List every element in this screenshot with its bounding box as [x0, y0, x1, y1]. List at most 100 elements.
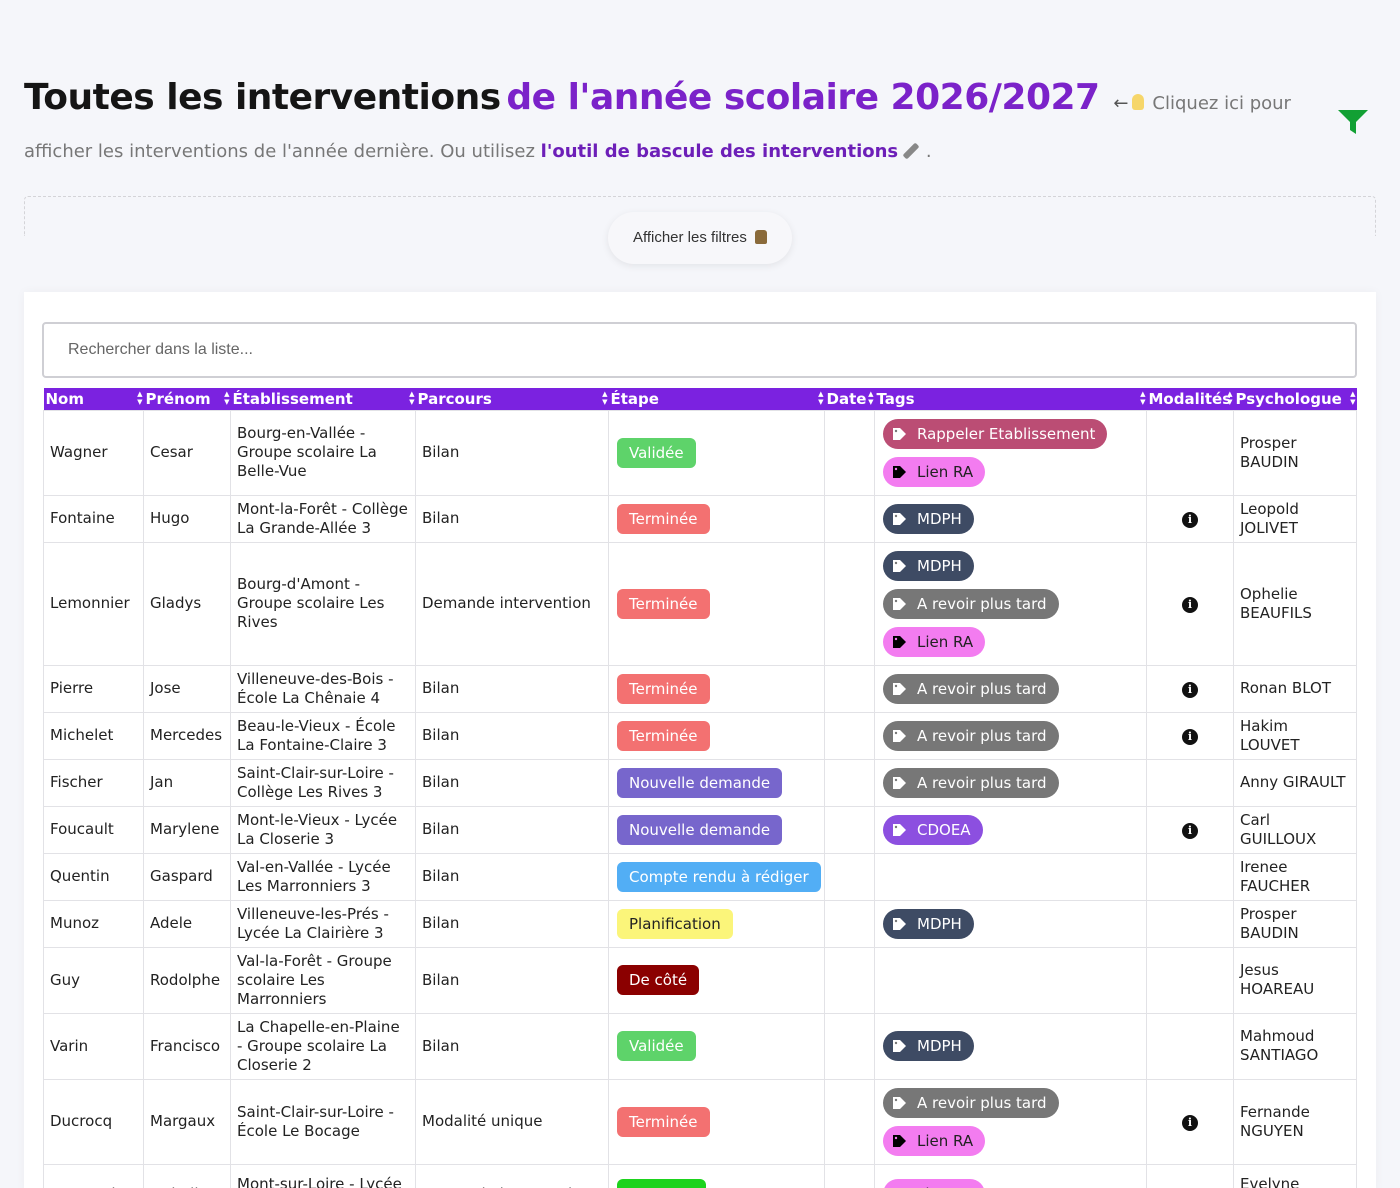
cell-etablissement: Mont-sur-Loire - Lycée La Roseraie — [230, 1163, 416, 1188]
info-icon[interactable]: i — [1182, 1115, 1198, 1131]
tag-badge: A revoir plus tard — [883, 1087, 1059, 1118]
cell-prenom: Hugo — [143, 494, 231, 543]
sort-icon[interactable]: ▲ ▼ — [1140, 390, 1145, 406]
cell-nom: Guy — [43, 946, 144, 1014]
tag-label: CDOEA — [917, 820, 971, 839]
column-header-label: Prénom — [145, 389, 211, 408]
cell-nom: Lemonnier — [43, 541, 144, 666]
column-header-label: Nom — [45, 389, 85, 408]
cell-tags: A revoir plus tard — [874, 711, 1147, 760]
column-header[interactable]: Psychologue ▲ ▼ — [1233, 388, 1357, 410]
cell-psychologue: Prosper BAUDIN — [1233, 899, 1357, 948]
cell-etape: Nouvelle demande — [608, 758, 825, 807]
cell-tags: MDPH — [874, 899, 1147, 948]
info-icon[interactable]: i — [1182, 682, 1198, 698]
tag-icon — [893, 1134, 906, 1147]
column-header[interactable]: Modalités ▲ ▼ — [1146, 388, 1234, 410]
school-year-link[interactable]: de l'année scolaire 2026/2027 — [506, 77, 1100, 118]
info-icon[interactable]: i — [1182, 512, 1198, 528]
table-row[interactable]: Wagner Cesar Bourg-en-Vallée - Groupe scol… — [43, 409, 1357, 496]
column-header[interactable]: Prénom ▲ ▼ — [143, 388, 231, 410]
sort-icon[interactable]: ▲ ▼ — [409, 390, 414, 406]
cell-parcours: Demande intervention — [415, 1163, 609, 1188]
tag-label: A revoir plus tard — [917, 679, 1047, 698]
table-row[interactable]: Quentin Gaspard Val-en-Vallée - Lycée Les … — [43, 852, 1357, 901]
tag-label: MDPH — [917, 509, 962, 528]
cell-date — [824, 409, 875, 496]
cell-psychologue: Jesus HOAREAU — [1233, 946, 1357, 1014]
column-header[interactable]: Tags ▲ ▼ — [874, 388, 1147, 410]
table-row[interactable]: Fischer Jan Saint-Clair-sur-Loire - Collèg… — [43, 758, 1357, 807]
cell-tags — [874, 946, 1147, 1014]
cell-parcours: Bilan — [415, 409, 609, 496]
tag-badge: MDPH — [883, 550, 974, 581]
table-row[interactable]: Pierre Jose Villeneuve-des-Bois - École La… — [43, 664, 1357, 713]
sort-icon[interactable]: ▲ ▼ — [1350, 390, 1355, 406]
status-badge: Terminée — [617, 673, 710, 704]
cell-nom: Munoz — [43, 899, 144, 948]
cell-nom: Quentin — [43, 852, 144, 901]
tag-badge: Lien RA — [883, 456, 986, 487]
cell-tags: MDPH A revoir plus tard Lien RA — [874, 541, 1147, 666]
tag-icon — [893, 917, 906, 930]
info-icon[interactable]: i — [1182, 823, 1198, 839]
cell-psychologue: Leopold JOLIVET — [1233, 494, 1357, 543]
column-header[interactable]: Étape ▲ ▼ — [608, 388, 825, 410]
show-filters-label: Afficher les filtres — [632, 229, 747, 246]
tag-icon — [893, 597, 906, 610]
table-row[interactable]: Varin Francisco La Chapelle-en-Plaine - Gr… — [43, 1012, 1357, 1080]
column-header[interactable]: Nom ▲ ▼ — [43, 388, 144, 410]
cell-date — [824, 1163, 875, 1188]
column-header[interactable]: Établissement ▲ ▼ — [230, 388, 416, 410]
cell-tags: Lien RA — [874, 1163, 1147, 1188]
status-badge: Terminée — [617, 503, 710, 534]
table-row[interactable]: Guy Rodolphe Val-la-Forêt - Groupe scolair… — [43, 946, 1357, 1014]
sort-icon[interactable]: ▲ ▼ — [602, 390, 607, 406]
sort-icon[interactable]: ▲ ▼ — [1227, 390, 1232, 406]
table-row[interactable]: Lemonnier Gladys Bourg-d'Amont - Groupe sc… — [43, 541, 1357, 666]
sort-icon[interactable]: ▲ ▼ — [868, 390, 873, 406]
column-header-label: Psychologue — [1235, 389, 1342, 408]
cell-psychologue: Anny GIRAULT — [1233, 758, 1357, 807]
cell-prenom: Jan — [143, 758, 231, 807]
column-header[interactable]: Date ▲ ▼ — [824, 388, 875, 410]
cell-modalites: i — [1146, 1078, 1234, 1165]
cell-prenom: Mercedes — [143, 711, 231, 760]
table-row[interactable]: Munoz Adele Villeneuve-les-Prés - Lycée La… — [43, 899, 1357, 948]
cell-tags: A revoir plus tard — [874, 664, 1147, 713]
cell-prenom: Gladys — [143, 541, 231, 666]
cell-modalites: i — [1146, 711, 1234, 760]
tag-badge: Lien RA — [883, 1179, 986, 1188]
table-row[interactable]: ReynaudIsabelleMont-sur-Loire - Lycée La… — [43, 1163, 1357, 1188]
filter-funnel-icon[interactable] — [1338, 110, 1368, 134]
table-row[interactable]: Fontaine Hugo Mont-la-Forêt - Collège La G… — [43, 494, 1357, 543]
show-filters-button[interactable]: Afficher les filtres — [608, 212, 792, 264]
cell-etablissement: Bourg-en-Vallée - Groupe scolaire La Bel… — [230, 409, 416, 496]
table-row[interactable]: Foucault Marylene Mont-le-Vieux - Lycée La… — [43, 805, 1357, 854]
toggle-tool-link[interactable]: l'outil de bascule des interventions — [541, 141, 898, 162]
cell-date — [824, 1012, 875, 1080]
table-row[interactable]: Ducrocq Margaux Saint-Clair-sur-Loire - Éc… — [43, 1078, 1357, 1165]
search-input[interactable] — [42, 322, 1357, 378]
tag-label: A revoir plus tard — [917, 594, 1047, 613]
sort-icon[interactable]: ▲ ▼ — [137, 390, 142, 406]
sort-icon[interactable]: ▲ ▼ — [818, 390, 823, 406]
detective-icon — [755, 230, 768, 244]
cell-parcours: Bilan — [415, 494, 609, 543]
cell-tags: A revoir plus tard — [874, 758, 1147, 807]
cell-psychologue: Fernande NGUYEN — [1233, 1078, 1357, 1165]
info-icon[interactable]: i — [1182, 597, 1198, 613]
cell-prenom: Francisco — [143, 1012, 231, 1080]
cell-modalites: i — [1146, 494, 1234, 543]
status-badge: Validée — [617, 1031, 696, 1061]
cell-etablissement: Villeneuve-des-Bois - École La Chênaie 4 — [230, 664, 416, 713]
table-row[interactable]: Michelet Mercedes Beau-le-Vieux - École La… — [43, 711, 1357, 760]
sort-icon[interactable]: ▲ ▼ — [224, 390, 229, 406]
column-header[interactable]: Parcours ▲ ▼ — [415, 388, 609, 410]
cell-nom: Foucault — [43, 805, 144, 854]
cell-date — [824, 541, 875, 666]
cell-psychologue: Prosper BAUDIN — [1233, 409, 1357, 496]
tag-badge: MDPH — [883, 908, 974, 939]
info-icon[interactable]: i — [1182, 729, 1198, 745]
cell-etape: Terminée — [608, 541, 825, 666]
